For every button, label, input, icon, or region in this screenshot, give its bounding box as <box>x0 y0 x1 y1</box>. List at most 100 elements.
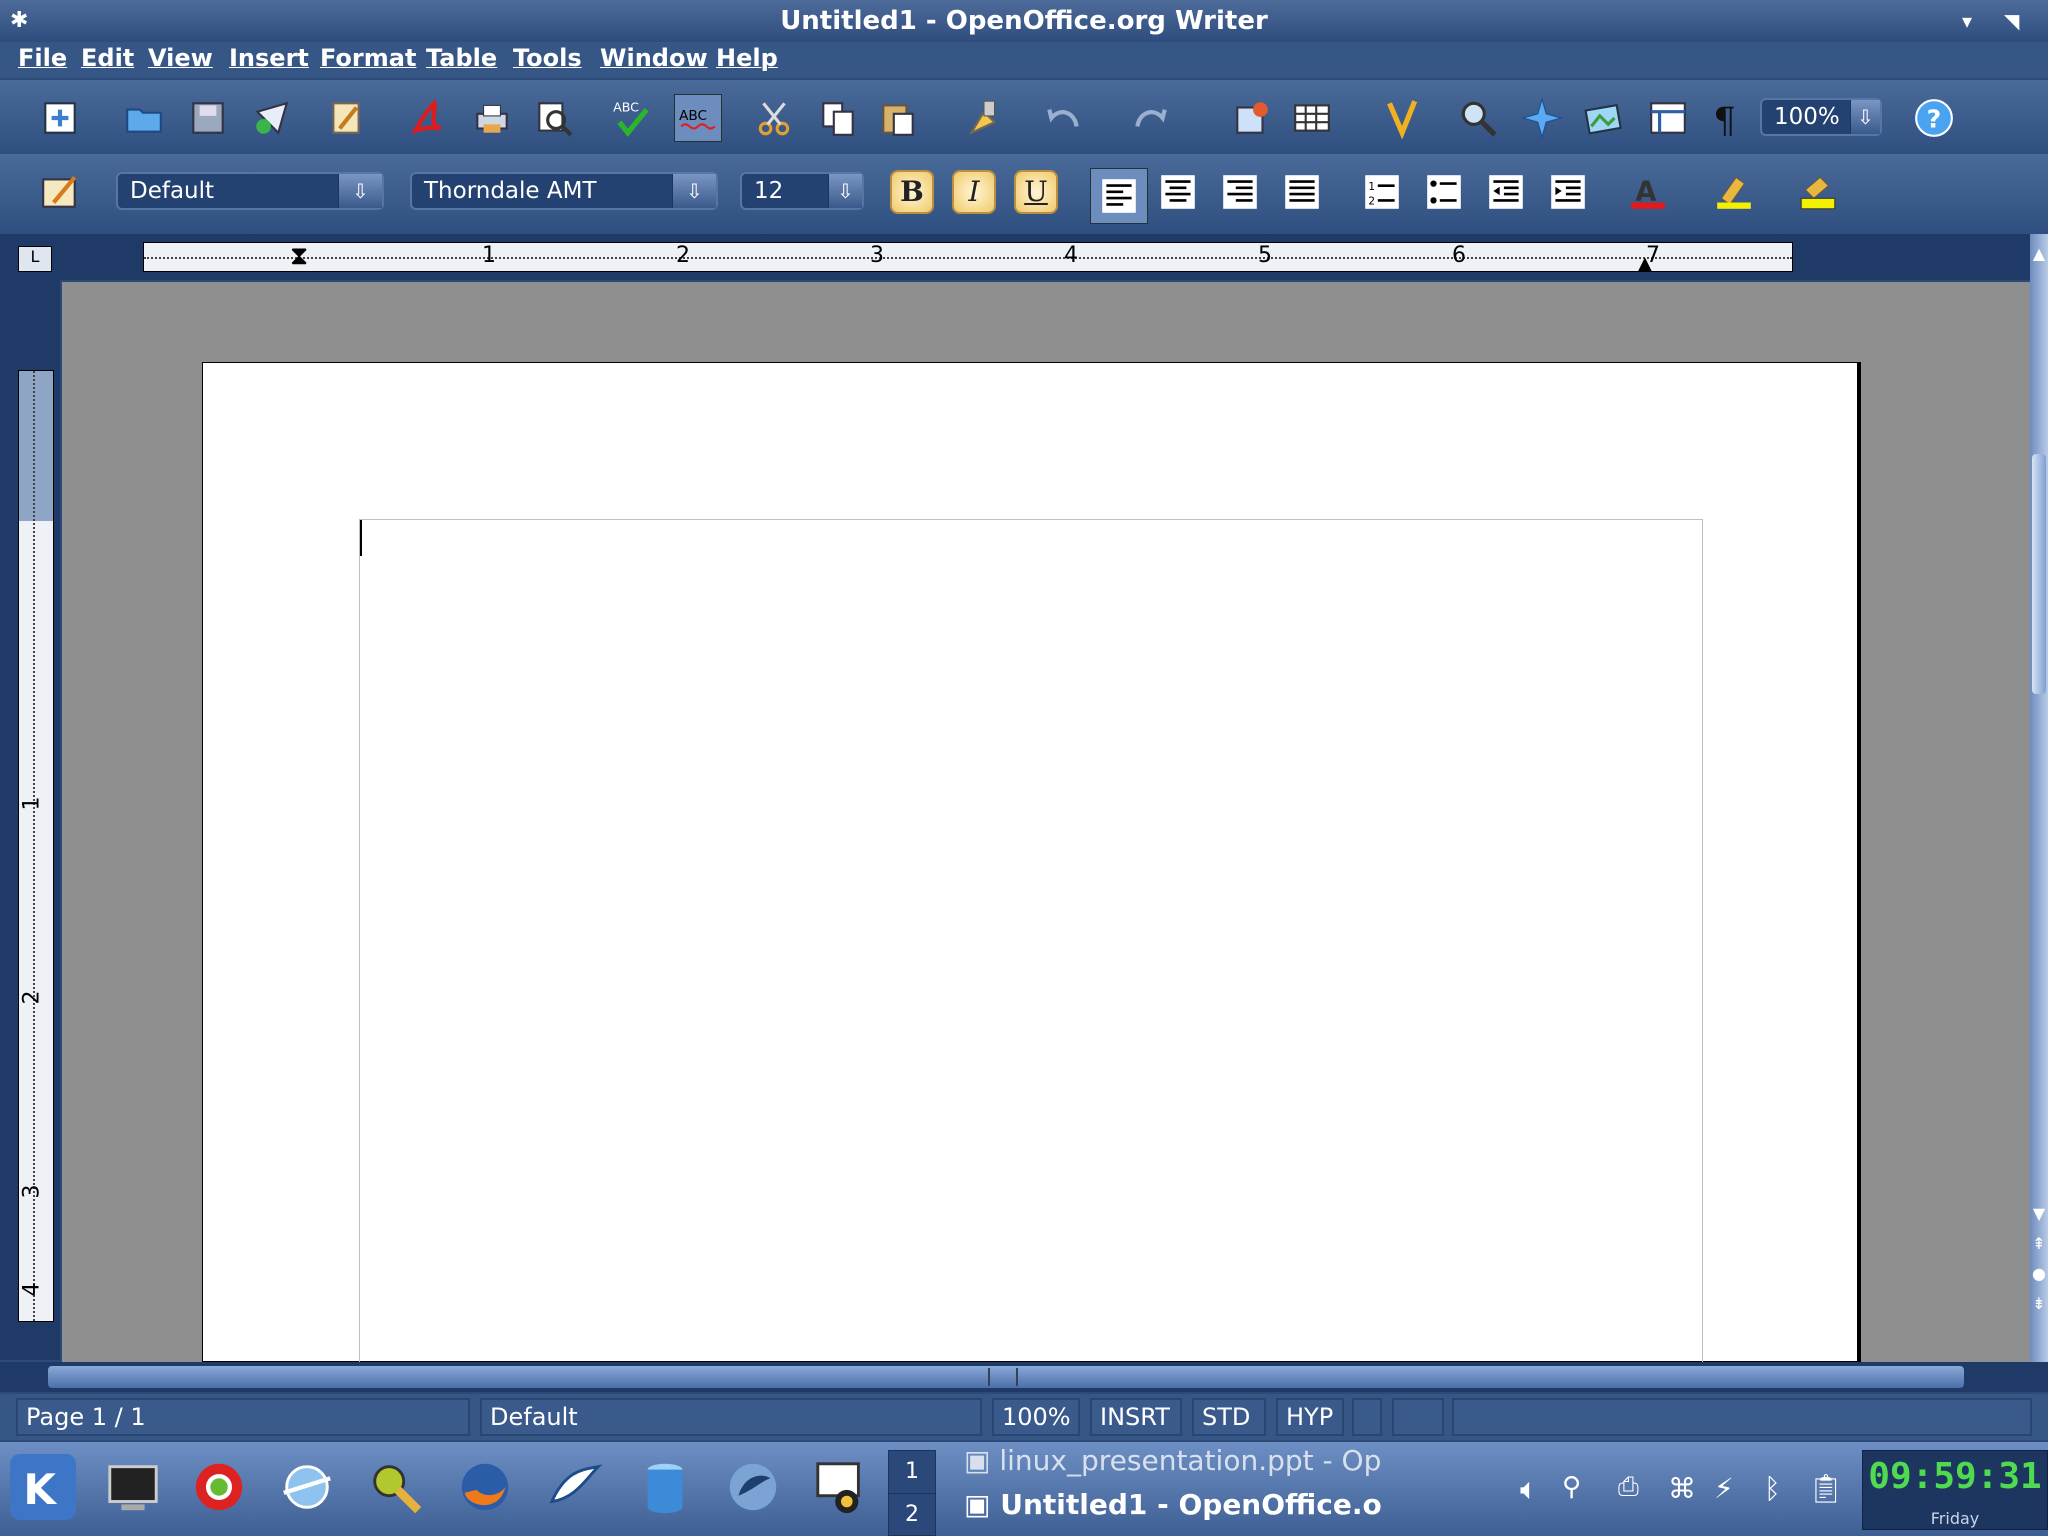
edit-file-icon[interactable] <box>324 96 368 140</box>
horizontal-ruler[interactable]: 1 2 3 4 5 6 7 ⧗ ▲ <box>143 241 1793 274</box>
web-browser-icon[interactable] <box>274 1454 340 1520</box>
menu-insert[interactable]: Insert <box>229 44 309 72</box>
align-center-icon[interactable] <box>1156 170 1200 214</box>
volume-icon[interactable]: 🔈︎ <box>1520 1472 1538 1507</box>
desktop-pager[interactable]: 1 2 <box>888 1450 936 1536</box>
cut-icon[interactable] <box>752 96 796 140</box>
horizontal-scroll-grip[interactable] <box>988 1368 1018 1386</box>
status-selection-mode[interactable]: STD <box>1192 1398 1266 1436</box>
increase-indent-icon[interactable] <box>1546 170 1590 214</box>
menu-help[interactable]: Help <box>716 44 778 72</box>
printer-tray-icon[interactable]: ⎙ <box>1618 1472 1639 1503</box>
right-indent-marker[interactable]: ▲ <box>1638 253 1652 274</box>
copy-icon[interactable] <box>816 96 860 140</box>
network-tray-icon[interactable]: ⚲ <box>1562 1472 1581 1502</box>
horizontal-scrollbar[interactable] <box>48 1366 1964 1388</box>
redo-icon[interactable] <box>1128 96 1172 140</box>
zoom-combo[interactable]: 100% ⇩ <box>1760 98 1882 136</box>
status-hyperlink-mode[interactable]: HYP <box>1276 1398 1344 1436</box>
clone-formatting-icon[interactable] <box>962 96 1006 140</box>
navigator-icon[interactable] <box>1520 96 1564 140</box>
left-indent-marker[interactable]: ⧗ <box>290 241 308 272</box>
status-zoom[interactable]: 100% <box>992 1398 1080 1436</box>
navigation-icon[interactable]: ● <box>2030 1264 2048 1283</box>
menu-file[interactable]: File <box>18 44 67 72</box>
vertical-ruler[interactable]: 1 2 3 4 <box>18 370 54 1322</box>
menu-view[interactable]: View <box>148 44 213 72</box>
maximize-icon[interactable]: ◥ <box>2004 0 2019 42</box>
menu-tools[interactable]: Tools <box>513 44 582 72</box>
gallery-icon[interactable] <box>1582 96 1626 140</box>
styles-formatting-icon[interactable] <box>38 170 82 214</box>
formatting-marks-icon[interactable]: ¶ <box>1706 96 1750 140</box>
numbering-icon[interactable]: 12 <box>1360 170 1404 214</box>
save-icon[interactable] <box>186 96 230 140</box>
tab-stop-selector[interactable]: L <box>18 246 52 272</box>
spellcheck-icon[interactable]: ABC <box>610 96 654 140</box>
zoom-dropdown-icon[interactable]: ⇩ <box>1850 100 1880 134</box>
help-center-icon[interactable] <box>186 1454 252 1520</box>
desktop-1[interactable]: 1 <box>889 1451 935 1493</box>
menu-table[interactable]: Table <box>426 44 497 72</box>
status-page[interactable]: Page 1 / 1 <box>16 1398 470 1436</box>
control-center-icon[interactable] <box>362 1454 428 1520</box>
background-color-icon[interactable] <box>1796 170 1840 214</box>
previous-page-icon[interactable]: ⇞ <box>2030 1234 2048 1253</box>
autospellcheck-icon[interactable]: ABC <box>674 94 722 142</box>
paragraph-style-dropdown-icon[interactable]: ⇩ <box>338 174 382 208</box>
font-name-combo[interactable]: Thorndale AMT ⇩ <box>410 172 718 210</box>
terminal-icon[interactable] <box>100 1454 166 1520</box>
bluetooth-tray-icon[interactable]: ᛒ <box>1764 1472 1781 1505</box>
bold-button[interactable]: B <box>890 170 934 214</box>
clipboard-tray-icon[interactable]: 📋︎ <box>1808 1472 1844 1505</box>
help-icon[interactable]: ? <box>1912 96 1956 140</box>
menu-window[interactable]: Window <box>600 44 708 72</box>
paste-icon[interactable] <box>876 96 920 140</box>
font-size-dropdown-icon[interactable]: ⇩ <box>828 174 862 208</box>
hyperlink-icon[interactable] <box>1230 96 1274 140</box>
italic-button[interactable]: I <box>952 170 996 214</box>
font-color-icon[interactable]: A <box>1626 170 1670 214</box>
menu-edit[interactable]: Edit <box>81 44 134 72</box>
text-body-area[interactable] <box>359 519 1703 1369</box>
desktop-2[interactable]: 2 <box>889 1493 935 1535</box>
clock[interactable]: 09:59:31 Friday <box>1862 1450 2048 1530</box>
decrease-indent-icon[interactable] <box>1484 170 1528 214</box>
document-page[interactable] <box>202 362 1858 1369</box>
open-folder-icon[interactable] <box>122 96 166 140</box>
paragraph-style-combo[interactable]: Default ⇩ <box>116 172 384 210</box>
database-icon[interactable] <box>632 1454 698 1520</box>
next-page-icon[interactable]: ⇟ <box>2030 1294 2048 1313</box>
underline-button[interactable]: U <box>1014 170 1058 214</box>
export-pdf-icon[interactable] <box>406 96 450 140</box>
highlighting-icon[interactable] <box>1712 170 1756 214</box>
kde-menu-icon[interactable]: K <box>10 1454 76 1520</box>
openoffice-icon[interactable] <box>542 1454 608 1520</box>
menu-format[interactable]: Format <box>320 44 416 72</box>
system-monitor-icon[interactable] <box>808 1454 874 1520</box>
new-document-icon[interactable] <box>38 96 82 140</box>
font-name-dropdown-icon[interactable]: ⇩ <box>672 174 716 208</box>
bullets-icon[interactable] <box>1422 170 1466 214</box>
font-size-combo[interactable]: 12 ⇩ <box>740 172 864 210</box>
scroll-up-icon[interactable]: ▲ <box>2030 244 2048 264</box>
show-draw-functions-icon[interactable] <box>1378 96 1422 140</box>
firefox-icon[interactable] <box>452 1454 518 1520</box>
align-right-icon[interactable] <box>1218 170 1262 214</box>
minimize-icon[interactable]: ▾ <box>1962 0 1972 42</box>
window-menu-icon[interactable]: ✱ <box>10 0 28 42</box>
print-icon[interactable] <box>470 96 514 140</box>
connections-tray-icon[interactable]: ⌘ <box>1668 1472 1696 1505</box>
vertical-scrollbar[interactable]: ▲ ▼ ⇞ ● ⇟ <box>2030 234 2048 1362</box>
scroll-down-icon[interactable]: ▼ <box>2030 1204 2048 1223</box>
status-page-style[interactable]: Default <box>480 1398 982 1436</box>
page-preview-icon[interactable] <box>532 96 576 140</box>
align-left-icon[interactable] <box>1090 168 1148 224</box>
justify-icon[interactable] <box>1280 170 1324 214</box>
task-linux-presentation[interactable]: ▣ linux_presentation.ppt - Op <box>964 1444 1381 1477</box>
insert-table-icon[interactable] <box>1290 96 1334 140</box>
status-insert-mode[interactable]: INSRT <box>1090 1398 1182 1436</box>
vertical-scroll-thumb[interactable] <box>2032 454 2046 694</box>
data-sources-icon[interactable] <box>1646 96 1690 140</box>
task-untitled1[interactable]: ▣ Untitled1 - OpenOffice.o <box>964 1488 1382 1521</box>
